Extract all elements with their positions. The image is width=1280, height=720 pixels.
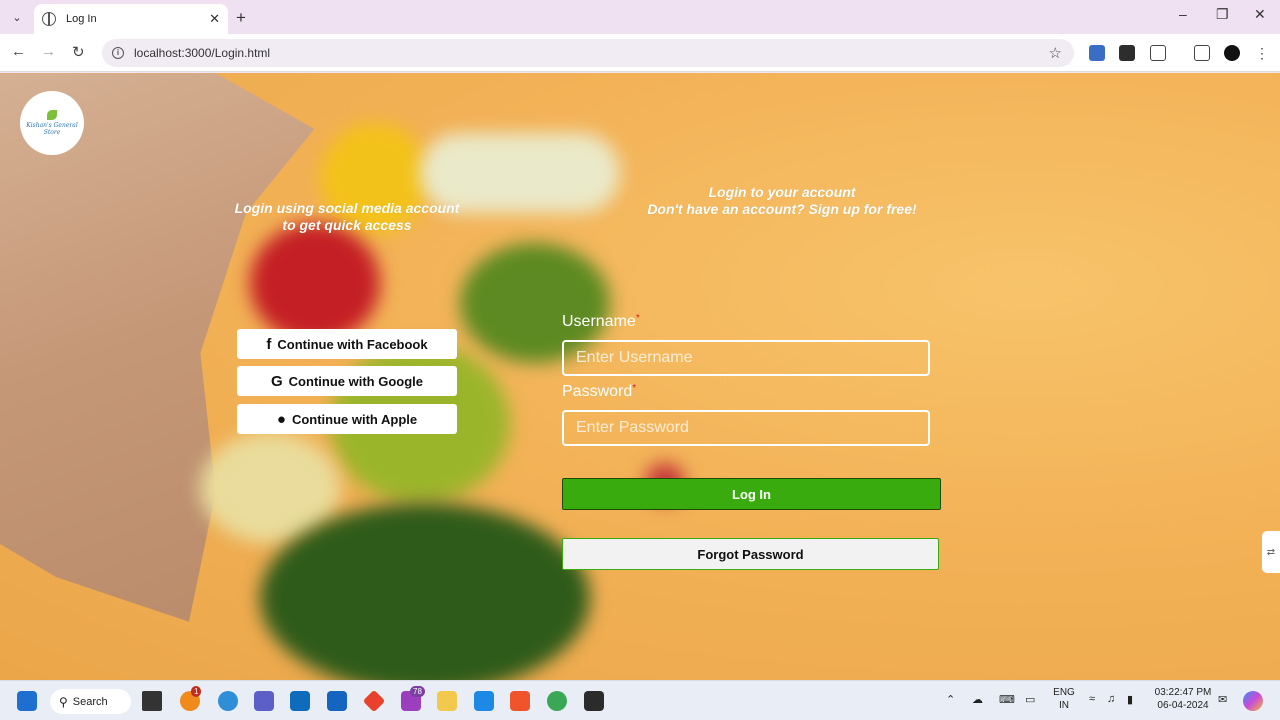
language-indicator[interactable]: ENG IN (1052, 686, 1076, 712)
minimize-icon[interactable]: – (1179, 6, 1187, 22)
search-icon: ⚲ (59, 694, 68, 709)
facebook-login-label: Continue with Facebook (277, 336, 428, 352)
language-code: ENG (1053, 687, 1075, 698)
site-info-icon[interactable]: i (112, 47, 124, 59)
side-panel-icon[interactable] (1194, 45, 1210, 61)
back-icon[interactable]: ← (11, 43, 26, 60)
address-url: localhost:3000/Login.html (134, 46, 271, 60)
extensions-puzzle-icon[interactable] (1150, 45, 1166, 61)
region-code: IN (1059, 700, 1069, 711)
clock-time: 03:22:47 PM (1154, 687, 1212, 698)
windows-start-icon[interactable] (17, 691, 37, 711)
app-diamond-icon[interactable] (362, 689, 386, 713)
display-icon[interactable]: ▭ (1025, 693, 1035, 706)
login-heading: Login to your account Don't have an acco… (620, 184, 944, 218)
close-window-icon[interactable]: ✕ (1254, 6, 1266, 23)
facebook-icon: f (266, 335, 272, 353)
google-login-button[interactable]: G Continue with Google (237, 366, 457, 396)
taskbar: ⚲ Search 1 78 ⌃ ☁ ⌨ ▭ ≈ ♫ ▮ ✉ (0, 680, 1280, 720)
profile-avatar[interactable] (1224, 45, 1240, 61)
side-panel-handle[interactable]: ⇄ (1262, 531, 1280, 573)
bookmark-star-icon[interactable]: ☆ (1049, 44, 1062, 62)
signup-prompt[interactable]: Don't have an account? Sign up for free! (620, 201, 944, 218)
google-icon: G (271, 372, 283, 390)
username-label: Username* (562, 313, 640, 331)
outlook-icon[interactable] (290, 691, 310, 711)
maximize-icon[interactable]: ❐ (1216, 6, 1229, 23)
terminal-icon[interactable] (584, 691, 604, 711)
new-tab-icon[interactable]: + (236, 8, 246, 28)
wifi-icon[interactable]: ≈ (1089, 693, 1095, 705)
forgot-password-button[interactable]: Forgot Password (562, 538, 939, 570)
notification-icon[interactable]: ✉ (1218, 693, 1227, 706)
login-button[interactable]: Log In (562, 478, 941, 510)
address-bar[interactable]: i localhost:3000/Login.html ☆ (102, 39, 1074, 67)
apple-login-label: Continue with Apple (291, 411, 418, 427)
vscode-icon[interactable] (474, 691, 494, 711)
notification-badge: 78 (410, 686, 425, 697)
notification-badge: 1 (191, 686, 202, 697)
keyboard-icon[interactable]: ⌨ (999, 693, 1015, 706)
brave-icon[interactable] (510, 691, 530, 711)
battery-icon[interactable]: ▮ (1127, 693, 1133, 706)
extension-icon[interactable] (1119, 45, 1135, 61)
login-heading-title: Login to your account (708, 184, 856, 200)
onedrive-icon[interactable]: ☁ (972, 693, 983, 706)
clock-date: 06-04-2024 (1157, 700, 1209, 711)
globe-icon (42, 12, 56, 26)
herbs-image (260, 503, 590, 680)
password-input[interactable] (562, 410, 930, 446)
forward-icon[interactable]: → (41, 43, 56, 60)
tray-chevron-icon[interactable]: ⌃ (946, 693, 955, 706)
menu-dots-icon[interactable]: ⋮ (1254, 45, 1270, 61)
page-background: Kishan's General Store Login using socia… (0, 73, 1280, 680)
username-label-text: Username (562, 313, 636, 330)
taskbar-search[interactable]: ⚲ Search (50, 689, 131, 714)
password-label: Password* (562, 383, 636, 401)
store-logo[interactable]: Kishan's General Store (20, 91, 84, 155)
taskbar-search-label: Search (72, 695, 108, 708)
browser-tab[interactable]: Log In ✕ (34, 4, 228, 34)
teams-icon[interactable] (254, 691, 274, 711)
google-login-label: Continue with Google (288, 373, 423, 389)
required-mark: * (635, 313, 640, 324)
speaker-icon[interactable]: ♫ (1107, 693, 1115, 705)
task-view-icon[interactable] (142, 691, 162, 711)
system-clock[interactable]: 03:22:47 PM 06-04-2024 (1150, 686, 1216, 712)
apple-icon: ● (276, 410, 286, 428)
store-icon[interactable] (327, 691, 347, 711)
chrome-icon[interactable] (547, 691, 567, 711)
extension-icon[interactable] (1089, 45, 1105, 61)
logo-text: Kishan's General Store (26, 122, 78, 136)
social-login-heading: Login using social media account to get … (234, 200, 460, 233)
pepper-image (250, 223, 380, 343)
username-input[interactable] (562, 340, 930, 376)
file-explorer-icon[interactable] (437, 691, 457, 711)
tab-search-chevron-icon[interactable]: ⌄ (6, 7, 28, 27)
copilot-icon[interactable] (1243, 691, 1263, 711)
browser-toolbar: ← → ↻ i localhost:3000/Login.html ☆ (0, 34, 1280, 72)
required-mark: * (632, 383, 637, 394)
tab-title: Log In (66, 13, 97, 25)
password-label-text: Password (562, 383, 633, 400)
close-tab-icon[interactable]: ✕ (209, 11, 220, 27)
reload-icon[interactable]: ↻ (72, 43, 85, 61)
apple-login-button[interactable]: ● Continue with Apple (237, 404, 457, 434)
browser-tabstrip: ⌄ Log In ✕ + – ❐ ✕ (0, 0, 1280, 34)
edge-icon[interactable] (218, 691, 238, 711)
facebook-login-button[interactable]: f Continue with Facebook (237, 329, 457, 359)
leaf-icon (47, 110, 57, 120)
